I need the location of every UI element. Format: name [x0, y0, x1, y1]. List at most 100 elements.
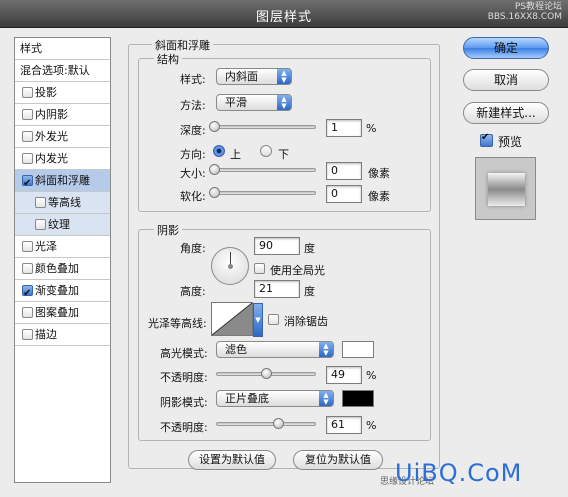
shadow-mode-label: 阴影模式:	[160, 396, 208, 409]
highlight-opacity-input[interactable]: 49	[326, 366, 362, 384]
style-list-label: 图案叠加	[35, 306, 79, 319]
antialias-checkbox[interactable]	[268, 314, 279, 325]
style-checkbox[interactable]	[22, 307, 33, 318]
style-item-stroke[interactable]: 描边	[15, 324, 110, 346]
soften-input[interactable]: 0	[326, 185, 362, 203]
size-input[interactable]: 0	[326, 162, 362, 180]
style-item-inner-glow[interactable]: 内发光	[15, 148, 110, 170]
angle-label: 角度:	[180, 242, 206, 255]
direction-down-label: 下	[278, 148, 289, 161]
preview-swatch	[488, 173, 525, 206]
highlight-opacity-unit: %	[366, 369, 377, 382]
style-list-label: 混合选项:默认	[20, 64, 90, 77]
chevron-down-icon[interactable]: ▼	[253, 303, 263, 337]
style-checkbox[interactable]	[22, 283, 33, 304]
cancel-button[interactable]: 取消	[463, 69, 549, 91]
style-list-label: 样式	[20, 42, 42, 55]
style-checkbox[interactable]	[35, 219, 46, 230]
style-list-label: 外发光	[35, 130, 68, 143]
style-list-label: 投影	[35, 86, 57, 99]
style-item-bevel-emboss[interactable]: 斜面和浮雕	[15, 170, 110, 194]
depth-label: 深度:	[180, 124, 206, 137]
style-list-label: 内阴影	[35, 108, 68, 121]
window-title: 图层样式	[255, 10, 312, 25]
style-item-contour[interactable]: 等高线	[15, 192, 110, 214]
direction-down-radio[interactable]	[260, 145, 272, 157]
style-label: 样式:	[180, 73, 206, 86]
highlight-opacity-slider[interactable]	[216, 368, 316, 379]
style-list-label: 颜色叠加	[35, 262, 79, 275]
style-item-outer-glow[interactable]: 外发光	[15, 126, 110, 148]
direction-up-radio[interactable]	[213, 145, 225, 157]
highlight-mode-value: 滤色	[225, 343, 247, 356]
style-checkbox[interactable]	[22, 131, 33, 142]
style-checkbox[interactable]	[22, 173, 33, 194]
depth-unit: %	[366, 122, 377, 135]
global-light-checkbox[interactable]	[254, 263, 265, 274]
style-item-drop-shadow[interactable]: 投影	[15, 82, 110, 104]
style-list-header[interactable]: 样式	[15, 38, 110, 60]
style-checkbox[interactable]	[22, 263, 33, 274]
highlight-opacity-thumb[interactable]	[261, 368, 272, 379]
altitude-label: 高度:	[180, 285, 206, 298]
size-slider-thumb[interactable]	[209, 164, 220, 175]
structure-title: 结构	[154, 51, 182, 67]
style-checkbox[interactable]	[22, 153, 33, 164]
soften-slider[interactable]	[209, 187, 316, 198]
style-item-inner-shadow[interactable]: 内阴影	[15, 104, 110, 126]
style-item-satin[interactable]: 光泽	[15, 236, 110, 258]
style-list-label: 内发光	[35, 152, 68, 165]
global-light-label: 使用全局光	[270, 264, 325, 277]
highlight-mode-select[interactable]: 滤色 ▲ ▼	[216, 341, 334, 358]
chevron-updown-icon: ▲ ▼	[277, 69, 291, 84]
preview-checkbox[interactable]	[480, 132, 493, 147]
depth-input[interactable]: 1	[326, 119, 362, 137]
preview-label: 预览	[498, 135, 523, 149]
highlight-mode-label: 高光模式:	[160, 347, 208, 360]
technique-select[interactable]: 平滑 ▲ ▼	[216, 94, 292, 111]
gloss-contour-label: 光泽等高线:	[148, 317, 207, 330]
bevel-style-select[interactable]: 内斜面 ▲ ▼	[216, 68, 292, 85]
shadow-opacity-slider[interactable]	[216, 418, 316, 429]
shadow-mode-select[interactable]: 正片叠底 ▲ ▼	[216, 390, 334, 407]
angle-dial[interactable]	[211, 247, 249, 285]
blending-options-item[interactable]: 混合选项:默认	[15, 60, 110, 82]
style-item-pattern-overlay[interactable]: 图案叠加	[15, 302, 110, 324]
style-checkbox[interactable]	[22, 241, 33, 252]
chevron-updown-icon: ▲ ▼	[319, 342, 333, 357]
shadow-opacity-thumb[interactable]	[273, 418, 284, 429]
soften-slider-thumb[interactable]	[209, 187, 220, 198]
shadow-opacity-input[interactable]: 61	[326, 416, 362, 434]
ok-button[interactable]: 确定	[463, 37, 549, 59]
style-checkbox[interactable]	[35, 197, 46, 208]
make-default-button[interactable]: 设置为默认值	[188, 450, 276, 470]
new-style-button[interactable]: 新建样式...	[463, 102, 549, 124]
depth-slider-thumb[interactable]	[209, 121, 220, 132]
size-label: 大小:	[180, 167, 206, 180]
style-checkbox[interactable]	[22, 109, 33, 120]
angle-input[interactable]: 90	[254, 237, 300, 255]
shadow-opacity-label: 不透明度:	[160, 421, 208, 434]
reset-default-button[interactable]: 复位为默认值	[293, 450, 383, 470]
title-bar: 图层样式 PS教程论坛 BBS.16XX8.COM	[0, 0, 568, 28]
chevron-updown-icon: ▲ ▼	[277, 95, 291, 110]
angle-unit: 度	[304, 242, 315, 255]
style-item-texture[interactable]: 纹理	[15, 214, 110, 236]
contour-curve-icon	[211, 302, 253, 336]
highlight-color-swatch[interactable]	[342, 341, 374, 358]
shadow-mode-value: 正片叠底	[225, 392, 269, 405]
angle-center	[228, 264, 233, 269]
gloss-contour-picker[interactable]: ▼	[211, 302, 263, 337]
style-list-label: 纹理	[48, 218, 70, 231]
style-checkbox[interactable]	[22, 329, 33, 340]
size-slider[interactable]	[209, 164, 316, 175]
style-list-label: 等高线	[48, 196, 81, 209]
depth-slider[interactable]	[209, 121, 316, 132]
style-checkbox[interactable]	[22, 87, 33, 98]
altitude-input[interactable]: 21	[254, 280, 300, 298]
shadow-color-swatch[interactable]	[342, 390, 374, 407]
style-list-label: 光泽	[35, 240, 57, 253]
brand-watermark: UiBQ.CoM	[395, 459, 523, 487]
style-item-color-overlay[interactable]: 颜色叠加	[15, 258, 110, 280]
style-item-gradient-overlay[interactable]: 渐变叠加	[15, 280, 110, 304]
